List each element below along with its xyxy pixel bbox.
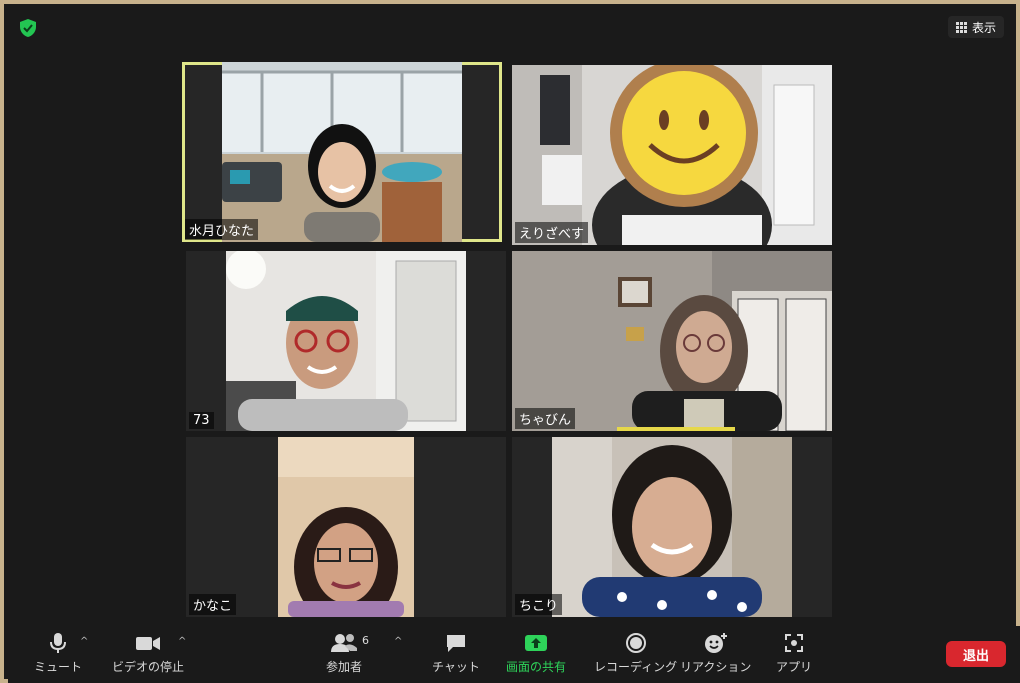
apps-button[interactable]: アプリ (776, 632, 812, 675)
participant-video (222, 62, 462, 242)
speaking-indicator (617, 427, 735, 431)
participant-name: ちゃびん (515, 408, 576, 429)
chat-bubble-icon (446, 635, 465, 652)
video-tile-2[interactable]: えりざべす (512, 65, 832, 245)
share-screen-icon (525, 635, 547, 651)
reactions-button[interactable]: リアクション (680, 632, 751, 675)
participant-name: 73 (189, 412, 214, 429)
mute-label: ミュート (34, 660, 83, 674)
participants-options-caret-icon[interactable]: ^ (394, 636, 402, 647)
mute-options-caret-icon[interactable]: ^ (80, 636, 88, 647)
video-options-caret-icon[interactable]: ^ (178, 636, 186, 647)
stop-video-button[interactable]: ビデオの停止 (112, 632, 184, 675)
reactions-label: リアクション (680, 660, 752, 674)
video-tile-6[interactable]: ちこり (512, 437, 832, 617)
meeting-toolbar: ミュート ^ ビデオの停止 ^ 参加者 6 ^ チャット 画面の共有 レコーディ… (8, 626, 1020, 683)
participants-label: 参加者 (326, 660, 363, 674)
video-camera-icon (136, 637, 160, 650)
participant-video (512, 65, 832, 245)
record-label: レコーディング (594, 660, 678, 674)
share-screen-button[interactable]: 画面の共有 (506, 632, 566, 675)
participants-count: 6 (362, 634, 369, 647)
share-screen-label: 画面の共有 (506, 660, 567, 674)
security-shield-icon[interactable] (18, 18, 38, 38)
video-tile-5[interactable]: かなこ (186, 437, 506, 617)
chat-label: チャット (432, 660, 480, 674)
view-label: 表示 (971, 20, 996, 35)
zoom-window: 表示 水月ひなた えりざべす 73 ちゃびん かなこ ちこり ミュート ^ ビデ… (0, 0, 1020, 683)
participant-name: かなこ (189, 594, 237, 615)
participant-name: ちこり (515, 594, 563, 615)
smiley-plus-icon (704, 633, 727, 653)
video-tile-3[interactable]: 73 (186, 251, 506, 431)
video-tile-1[interactable]: 水月ひなた (182, 62, 502, 242)
participant-video (278, 437, 414, 617)
participant-name: 水月ひなた (185, 219, 259, 240)
chat-button[interactable]: チャット (432, 632, 480, 675)
participants-button[interactable]: 参加者 (326, 632, 362, 675)
view-button[interactable]: 表示 (947, 16, 1004, 38)
participants-icon (331, 634, 357, 652)
mute-button[interactable]: ミュート (34, 632, 82, 675)
record-icon (625, 633, 646, 653)
participant-video (552, 437, 792, 617)
participant-name: えりざべす (515, 222, 589, 243)
leave-meeting-button[interactable]: 退出 (946, 641, 1006, 667)
grid-icon (955, 21, 967, 33)
participant-video (226, 251, 466, 431)
record-button[interactable]: レコーディング (594, 632, 677, 675)
video-tile-4[interactable]: ちゃびん (512, 251, 832, 431)
participant-video (512, 251, 832, 431)
video-label: ビデオの停止 (112, 660, 185, 674)
microphone-icon (50, 633, 66, 653)
apps-label: アプリ (776, 660, 813, 674)
apps-icon (785, 634, 803, 652)
